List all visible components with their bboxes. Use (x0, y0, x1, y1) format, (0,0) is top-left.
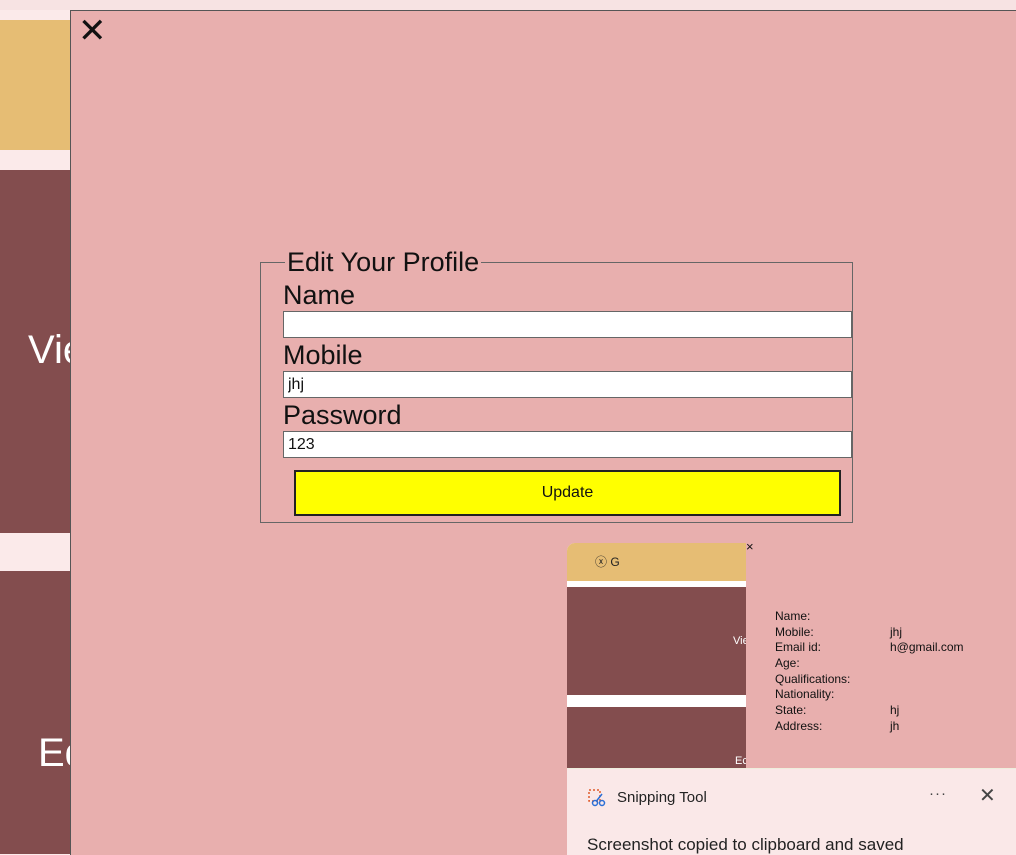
snipping-tool-icon (588, 789, 606, 807)
thumbnail-header-icons: ⓧ G (595, 555, 620, 569)
thumbnail-view-panel: Vie (567, 587, 749, 695)
profile-details: Name: Mobile: jhj Email id: h@gmail.com Ag… (775, 609, 964, 735)
thumbnail-close-icon: × (746, 543, 754, 554)
more-options-icon[interactable]: ··· (929, 785, 947, 802)
snipping-tool-notification[interactable]: Snipping Tool ··· ✕ Screenshot copied to… (567, 768, 1016, 855)
password-input[interactable] (283, 431, 852, 458)
mobile-label: Mobile (283, 340, 363, 370)
notification-close-icon[interactable]: ✕ (979, 786, 996, 806)
detail-row: Qualifications: (775, 671, 851, 686)
close-icon[interactable]: ✕ (78, 14, 107, 48)
detail-row: State: hj (775, 703, 900, 718)
password-label: Password (283, 400, 402, 430)
notification-message: Screenshot copied to clipboard and saved (587, 835, 904, 854)
name-input[interactable] (283, 311, 852, 338)
detail-row: Email id: h@gmail.com (775, 640, 964, 655)
view-panel-label: Vie (28, 328, 72, 372)
window-top-strip (0, 0, 1016, 10)
edit-profile-form: Edit Your Profile Name Mobile Password U… (260, 247, 853, 523)
notification-app-name: Snipping Tool (617, 789, 707, 806)
form-legend: Edit Your Profile (287, 247, 480, 277)
edit-panel-label: Ed (38, 731, 72, 775)
detail-row: Mobile: jhj (775, 624, 903, 639)
mobile-input[interactable] (283, 371, 852, 398)
name-label: Name (283, 280, 356, 310)
background-edit-panel[interactable]: Ed (0, 571, 72, 854)
background-header (0, 20, 72, 150)
detail-row: Age: (775, 656, 800, 671)
detail-row: Address: jh (775, 718, 900, 733)
detail-row: Name: (775, 609, 811, 623)
detail-row: Nationality: (775, 687, 835, 702)
background-view-panel[interactable]: Vie (0, 170, 72, 533)
thumbnail-header: ⓧ G (567, 543, 747, 581)
update-button[interactable]: Update (294, 470, 841, 516)
